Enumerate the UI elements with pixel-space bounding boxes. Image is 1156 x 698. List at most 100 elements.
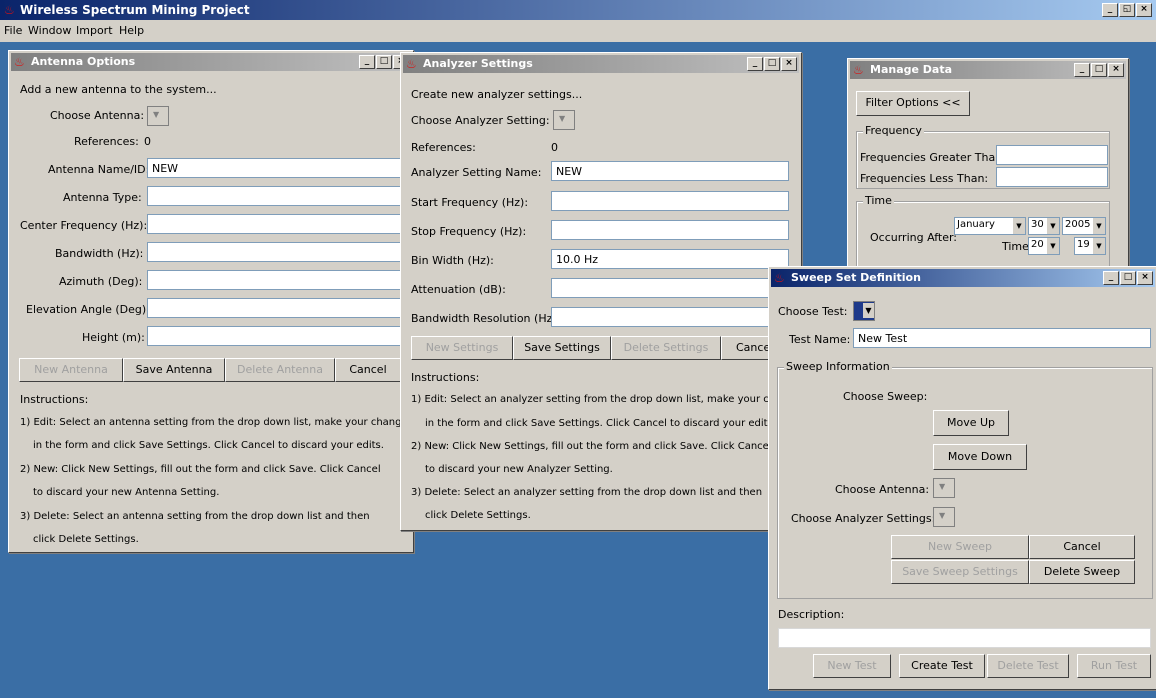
bin-width-input[interactable] [551,249,789,269]
new-antenna-button[interactable]: New Antenna [19,358,123,382]
run-test-button[interactable]: Run Test [1077,654,1151,678]
close-icon[interactable]: × [781,57,797,71]
minimize-icon[interactable]: _ [1074,63,1090,77]
analyzer-name-label: Analyzer Setting Name: [411,166,542,179]
sweep-choose-analyzer-dropdown[interactable] [933,507,955,527]
antenna-type-input[interactable] [147,186,407,206]
choose-test-dropdown[interactable] [853,301,875,321]
antenna-options-window: ♨ Antenna Options _ □ × Add a new antenn… [8,50,414,553]
frequency-group-label: Frequency [863,124,924,137]
instructions-line: in the form and click Save Settings. Cli… [33,440,384,451]
elevation-angle-input[interactable] [147,298,407,318]
sweep-choose-antenna-dropdown[interactable] [933,478,955,498]
references-value: 0 [551,141,558,154]
move-down-button[interactable]: Move Down [933,444,1027,470]
manage-window-title-bar[interactable]: ♨ Manage Data _ □ × [850,61,1126,79]
menu-window[interactable]: Window [28,24,71,37]
minimize-icon[interactable]: _ [747,57,763,71]
instructions-line: to discard your new Analyzer Setting. [425,464,613,475]
save-settings-button[interactable]: Save Settings [513,336,611,360]
menu-bar: File Window Import Help [0,20,1156,43]
bin-width-label: Bin Width (Hz): [411,254,494,267]
references-label: References: [411,141,476,154]
menu-help[interactable]: Help [119,24,144,37]
azimuth-input[interactable] [147,270,407,290]
instructions-line: 2) New: Click New Settings, fill out the… [411,441,772,452]
attenuation-label: Attenuation (dB): [411,283,506,296]
manage-data-window: ♨ Manage Data _ □ × Filter Options << Fr… [847,58,1129,280]
close-icon[interactable]: × [1136,3,1152,17]
height-input[interactable] [147,326,407,346]
delete-antenna-button[interactable]: Delete Antenna [225,358,335,382]
menu-import[interactable]: Import [76,24,113,37]
sweep-cancel-button[interactable]: Cancel [1029,535,1135,559]
minimize-icon[interactable]: _ [1102,3,1118,17]
bandwidth-resolution-label: Bandwidth Resolution (Hz): [411,312,561,325]
month-dropdown[interactable]: January [954,217,1026,235]
restore-icon[interactable]: ◱ [1119,3,1135,17]
references-value: 0 [144,135,151,148]
start-frequency-input[interactable] [551,191,789,211]
delete-test-button[interactable]: Delete Test [987,654,1069,678]
filter-options-button[interactable]: Filter Options << [856,91,970,116]
minimize-icon[interactable]: _ [1103,271,1119,285]
analyzer-name-input[interactable] [551,161,789,181]
cancel-button[interactable]: Cancel [335,358,401,382]
new-sweep-button[interactable]: New Sweep [891,535,1029,559]
attenuation-input[interactable] [551,278,789,298]
delete-settings-button[interactable]: Delete Settings [611,336,721,360]
freq-less-label: Frequencies Less Than: [860,172,989,185]
analyzer-window-title-bar[interactable]: ♨ Analyzer Settings _ □ × [403,55,799,73]
instructions-line: 3) Delete: Select an antenna setting fro… [20,511,370,522]
bandwidth-resolution-input[interactable] [551,307,789,327]
choose-analyzer-dropdown[interactable] [553,110,575,130]
description-input[interactable] [778,628,1151,648]
new-settings-button[interactable]: New Settings [411,336,513,360]
menu-file[interactable]: File [4,24,22,37]
year-dropdown[interactable]: 2005 [1062,217,1106,235]
java-icon: ♨ [774,271,785,285]
sweep-window-title: Sweep Set Definition [791,271,921,284]
instructions-line: 3) Delete: Select an analyzer setting fr… [411,487,763,498]
maximize-icon[interactable]: □ [1120,271,1136,285]
java-icon: ♨ [406,57,417,71]
sweep-window-title-bar[interactable]: ♨ Sweep Set Definition _ □ × [771,269,1155,287]
bandwidth-input[interactable] [147,242,407,262]
choose-antenna-label: Choose Antenna: [50,109,145,122]
minimize-icon[interactable]: _ [359,55,375,69]
close-icon[interactable]: × [1137,271,1153,285]
save-antenna-button[interactable]: Save Antenna [123,358,225,382]
time-group-label: Time [863,194,894,207]
choose-antenna-dropdown[interactable] [147,106,169,126]
antenna-name-input[interactable] [147,158,407,178]
stop-frequency-input[interactable] [551,220,789,240]
java-icon: ♨ [14,55,25,69]
center-frequency-input[interactable] [147,214,407,234]
occurring-after-label: Occurring After: [870,231,958,244]
analyzer-settings-window: ♨ Analyzer Settings _ □ × Create new ana… [400,52,802,531]
new-test-button[interactable]: New Test [813,654,891,678]
antenna-window-title-bar[interactable]: ♨ Antenna Options _ □ × [11,53,411,71]
choose-sweep-label: Choose Sweep: [843,390,928,403]
stop-frequency-label: Stop Frequency (Hz): [411,225,527,238]
references-label: References: [74,135,139,148]
maximize-icon[interactable]: □ [1091,63,1107,77]
choose-antenna-label: Choose Antenna: [835,483,930,496]
antenna-intro: Add a new antenna to the system... [20,83,217,96]
create-test-button[interactable]: Create Test [899,654,985,678]
freq-less-input[interactable] [996,167,1108,187]
move-up-button[interactable]: Move Up [933,410,1009,436]
maximize-icon[interactable]: □ [764,57,780,71]
close-icon[interactable]: × [1108,63,1124,77]
hour-dropdown[interactable]: 20 [1028,237,1060,255]
test-name-input[interactable] [853,328,1151,348]
sweep-information-label: Sweep Information [784,360,892,373]
day-dropdown[interactable]: 30 [1028,217,1060,235]
minute-dropdown[interactable]: 19 [1074,237,1106,255]
test-name-label: Test Name: [789,333,851,346]
freq-greater-input[interactable] [996,145,1108,165]
instructions-line: 2) New: Click New Settings, fill out the… [20,464,381,475]
save-sweep-settings-button[interactable]: Save Sweep Settings [891,560,1029,584]
maximize-icon[interactable]: □ [376,55,392,69]
delete-sweep-button[interactable]: Delete Sweep [1029,560,1135,584]
